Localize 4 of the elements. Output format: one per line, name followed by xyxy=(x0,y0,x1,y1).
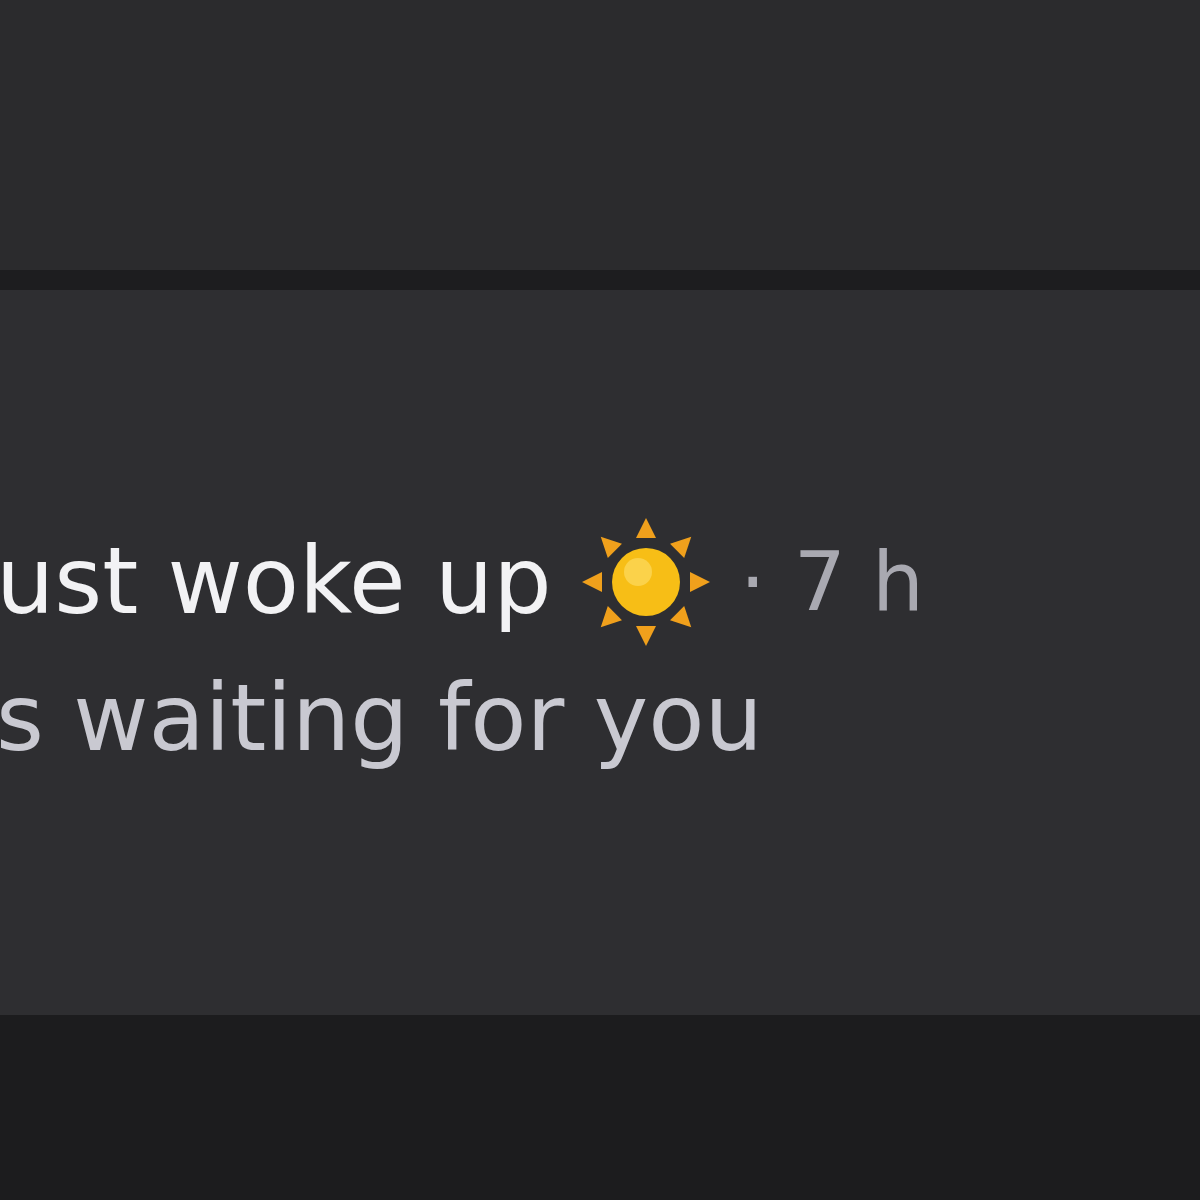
timestamp: 7 h xyxy=(793,536,924,627)
notification-text: ust woke up xyxy=(0,531,552,633)
separator-dot: · xyxy=(739,536,766,627)
notification-subtitle: s waiting for you xyxy=(0,667,764,770)
